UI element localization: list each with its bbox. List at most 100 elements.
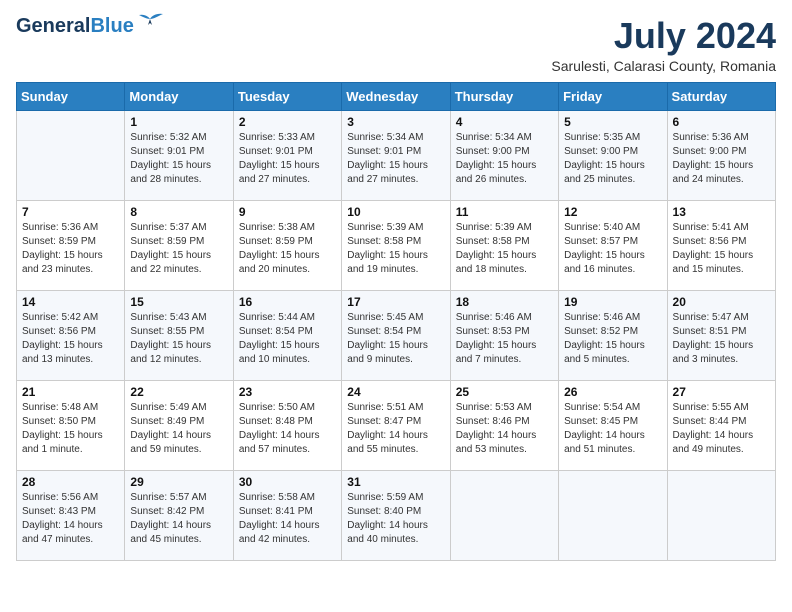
- day-info: Sunrise: 5:40 AM Sunset: 8:57 PM Dayligh…: [564, 221, 661, 277]
- day-number: 7: [22, 205, 119, 219]
- calendar-cell: 9 Sunrise: 5:38 AM Sunset: 8:59 PM Daylig…: [233, 200, 341, 290]
- calendar-cell: 20 Sunrise: 5:47 AM Sunset: 8:51 PM Dayli…: [667, 290, 775, 380]
- day-number: 9: [239, 205, 336, 219]
- day-info: Sunrise: 5:43 AM Sunset: 8:55 PM Dayligh…: [130, 311, 227, 367]
- day-number: 19: [564, 295, 661, 309]
- day-info: Sunrise: 5:50 AM Sunset: 8:48 PM Dayligh…: [239, 401, 336, 457]
- calendar-cell: 13 Sunrise: 5:41 AM Sunset: 8:56 PM Dayli…: [667, 200, 775, 290]
- day-number: 21: [22, 385, 119, 399]
- day-info: Sunrise: 5:34 AM Sunset: 9:01 PM Dayligh…: [347, 131, 444, 187]
- calendar-week-row: 21 Sunrise: 5:48 AM Sunset: 8:50 PM Dayli…: [17, 380, 776, 470]
- day-number: 10: [347, 205, 444, 219]
- logo-blue: Blue: [90, 15, 133, 37]
- day-info: Sunrise: 5:39 AM Sunset: 8:58 PM Dayligh…: [456, 221, 553, 277]
- calendar-cell: 15 Sunrise: 5:43 AM Sunset: 8:55 PM Dayli…: [125, 290, 233, 380]
- day-info: Sunrise: 5:36 AM Sunset: 8:59 PM Dayligh…: [22, 221, 119, 277]
- day-info: Sunrise: 5:48 AM Sunset: 8:50 PM Dayligh…: [22, 401, 119, 457]
- day-number: 25: [456, 385, 553, 399]
- day-number: 28: [22, 475, 119, 489]
- logo-general: General: [16, 15, 90, 37]
- calendar-week-row: 1 Sunrise: 5:32 AM Sunset: 9:01 PM Daylig…: [17, 110, 776, 200]
- day-info: Sunrise: 5:32 AM Sunset: 9:01 PM Dayligh…: [130, 131, 227, 187]
- day-info: Sunrise: 5:58 AM Sunset: 8:41 PM Dayligh…: [239, 491, 336, 547]
- day-info: Sunrise: 5:35 AM Sunset: 9:00 PM Dayligh…: [564, 131, 661, 187]
- calendar-cell: 17 Sunrise: 5:45 AM Sunset: 8:54 PM Dayli…: [342, 290, 450, 380]
- day-info: Sunrise: 5:37 AM Sunset: 8:59 PM Dayligh…: [130, 221, 227, 277]
- calendar-cell: 3 Sunrise: 5:34 AM Sunset: 9:01 PM Daylig…: [342, 110, 450, 200]
- calendar-cell: 25 Sunrise: 5:53 AM Sunset: 8:46 PM Dayli…: [450, 380, 558, 470]
- day-number: 12: [564, 205, 661, 219]
- calendar-cell: 31 Sunrise: 5:59 AM Sunset: 8:40 PM Dayli…: [342, 470, 450, 560]
- calendar-cell: 12 Sunrise: 5:40 AM Sunset: 8:57 PM Dayli…: [559, 200, 667, 290]
- day-info: Sunrise: 5:41 AM Sunset: 8:56 PM Dayligh…: [673, 221, 770, 277]
- day-number: 20: [673, 295, 770, 309]
- calendar-cell: 30 Sunrise: 5:58 AM Sunset: 8:41 PM Dayli…: [233, 470, 341, 560]
- day-info: Sunrise: 5:59 AM Sunset: 8:40 PM Dayligh…: [347, 491, 444, 547]
- day-number: 5: [564, 115, 661, 129]
- calendar-cell: 23 Sunrise: 5:50 AM Sunset: 8:48 PM Dayli…: [233, 380, 341, 470]
- day-number: 30: [239, 475, 336, 489]
- day-number: 13: [673, 205, 770, 219]
- calendar-cell: 21 Sunrise: 5:48 AM Sunset: 8:50 PM Dayli…: [17, 380, 125, 470]
- calendar-cell: [17, 110, 125, 200]
- day-info: Sunrise: 5:56 AM Sunset: 8:43 PM Dayligh…: [22, 491, 119, 547]
- day-info: Sunrise: 5:53 AM Sunset: 8:46 PM Dayligh…: [456, 401, 553, 457]
- calendar-cell: [450, 470, 558, 560]
- day-info: Sunrise: 5:44 AM Sunset: 8:54 PM Dayligh…: [239, 311, 336, 367]
- calendar-cell: 14 Sunrise: 5:42 AM Sunset: 8:56 PM Dayli…: [17, 290, 125, 380]
- day-number: 22: [130, 385, 227, 399]
- calendar-cell: 28 Sunrise: 5:56 AM Sunset: 8:43 PM Dayli…: [17, 470, 125, 560]
- day-number: 23: [239, 385, 336, 399]
- calendar-subtitle: Sarulesti, Calarasi County, Romania: [551, 58, 776, 74]
- day-number: 17: [347, 295, 444, 309]
- logo: GeneralBlue: [16, 16, 164, 36]
- day-number: 29: [130, 475, 227, 489]
- calendar-cell: 6Sunrise: 5:36 AM Sunset: 9:00 PM Daylig…: [667, 110, 775, 200]
- calendar-week-row: 14 Sunrise: 5:42 AM Sunset: 8:56 PM Dayli…: [17, 290, 776, 380]
- day-info: Sunrise: 5:47 AM Sunset: 8:51 PM Dayligh…: [673, 311, 770, 367]
- day-number: 27: [673, 385, 770, 399]
- day-number: 26: [564, 385, 661, 399]
- calendar-cell: 7 Sunrise: 5:36 AM Sunset: 8:59 PM Daylig…: [17, 200, 125, 290]
- weekday-header-sunday: Sunday: [17, 82, 125, 110]
- day-number: 31: [347, 475, 444, 489]
- day-number: 15: [130, 295, 227, 309]
- day-number: 3: [347, 115, 444, 129]
- day-info: Sunrise: 5:39 AM Sunset: 8:58 PM Dayligh…: [347, 221, 444, 277]
- calendar-cell: 24Sunrise: 5:51 AM Sunset: 8:47 PM Dayli…: [342, 380, 450, 470]
- day-info: Sunrise: 5:34 AM Sunset: 9:00 PM Dayligh…: [456, 131, 553, 187]
- calendar-cell: 16 Sunrise: 5:44 AM Sunset: 8:54 PM Dayli…: [233, 290, 341, 380]
- day-info: Sunrise: 5:49 AM Sunset: 8:49 PM Dayligh…: [130, 401, 227, 457]
- day-info: Sunrise: 5:55 AM Sunset: 8:44 PM Dayligh…: [673, 401, 770, 457]
- calendar-cell: 29 Sunrise: 5:57 AM Sunset: 8:42 PM Dayli…: [125, 470, 233, 560]
- calendar-cell: 26 Sunrise: 5:54 AM Sunset: 8:45 PM Dayli…: [559, 380, 667, 470]
- calendar-cell: 10 Sunrise: 5:39 AM Sunset: 8:58 PM Dayli…: [342, 200, 450, 290]
- day-number: 18: [456, 295, 553, 309]
- logo-bird-icon: [136, 11, 164, 33]
- day-info: Sunrise: 5:42 AM Sunset: 8:56 PM Dayligh…: [22, 311, 119, 367]
- calendar-cell: 4 Sunrise: 5:34 AM Sunset: 9:00 PM Daylig…: [450, 110, 558, 200]
- day-info: Sunrise: 5:57 AM Sunset: 8:42 PM Dayligh…: [130, 491, 227, 547]
- day-info: Sunrise: 5:46 AM Sunset: 8:53 PM Dayligh…: [456, 311, 553, 367]
- calendar-cell: 5 Sunrise: 5:35 AM Sunset: 9:00 PM Daylig…: [559, 110, 667, 200]
- day-number: 4: [456, 115, 553, 129]
- day-number: 2: [239, 115, 336, 129]
- day-info: Sunrise: 5:45 AM Sunset: 8:54 PM Dayligh…: [347, 311, 444, 367]
- weekday-header-saturday: Saturday: [667, 82, 775, 110]
- calendar-cell: 27 Sunrise: 5:55 AM Sunset: 8:44 PM Dayli…: [667, 380, 775, 470]
- calendar-week-row: 7 Sunrise: 5:36 AM Sunset: 8:59 PM Daylig…: [17, 200, 776, 290]
- weekday-header-wednesday: Wednesday: [342, 82, 450, 110]
- title-block: July 2024 Sarulesti, Calarasi County, Ro…: [551, 16, 776, 74]
- calendar-cell: [667, 470, 775, 560]
- day-number: 1: [130, 115, 227, 129]
- calendar-cell: 2Sunrise: 5:33 AM Sunset: 9:01 PM Daylig…: [233, 110, 341, 200]
- day-info: Sunrise: 5:36 AM Sunset: 9:00 PM Dayligh…: [673, 131, 770, 187]
- day-number: 14: [22, 295, 119, 309]
- day-info: Sunrise: 5:54 AM Sunset: 8:45 PM Dayligh…: [564, 401, 661, 457]
- day-number: 16: [239, 295, 336, 309]
- calendar-table: SundayMondayTuesdayWednesdayThursdayFrid…: [16, 82, 776, 561]
- weekday-header-friday: Friday: [559, 82, 667, 110]
- day-number: 11: [456, 205, 553, 219]
- day-info: Sunrise: 5:38 AM Sunset: 8:59 PM Dayligh…: [239, 221, 336, 277]
- calendar-cell: 11 Sunrise: 5:39 AM Sunset: 8:58 PM Dayli…: [450, 200, 558, 290]
